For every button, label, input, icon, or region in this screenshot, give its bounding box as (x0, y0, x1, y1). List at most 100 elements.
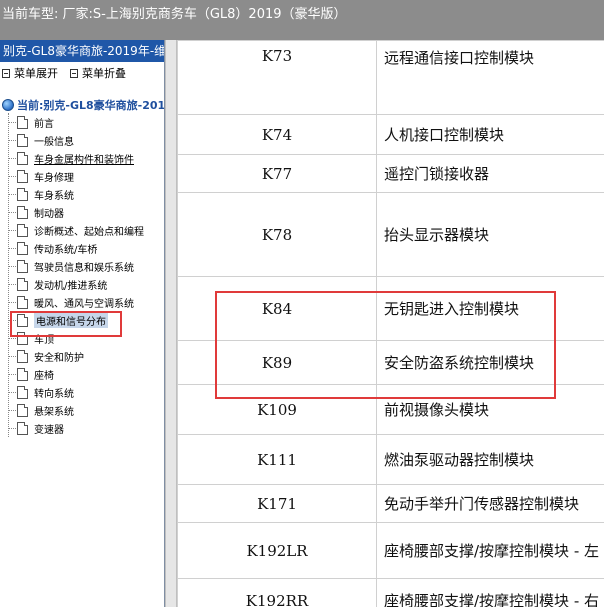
collapse-icon (70, 68, 78, 78)
collapse-menu-button[interactable]: 菜单折叠 (70, 65, 126, 81)
tree-item-label: 暖风、通风与空调系统 (34, 298, 134, 310)
tree-item-label: 前言 (34, 118, 54, 130)
document-icon (17, 313, 28, 327)
module-name-cell: 座椅腰部支撑/按摩控制模块 - 左 (376, 522, 604, 579)
module-name-cell: 人机接口控制模块 (376, 114, 604, 155)
module-code-cell: K78 (177, 192, 377, 277)
tree-item[interactable]: 座椅 (9, 365, 164, 383)
menu-toolbar: 菜单展开 菜单折叠 (0, 62, 164, 84)
tree-item-label: 驾驶员信息和娱乐系统 (34, 262, 134, 274)
tree-item-label: 变速器 (34, 424, 64, 436)
pane-splitter[interactable] (165, 40, 177, 607)
sidebar-header: 别克-GL8豪华商旅-2019年-维修 (0, 40, 164, 62)
tree-item[interactable]: 变速器 (9, 419, 164, 437)
expand-menu-label: 菜单展开 (14, 67, 58, 80)
module-code-cell: K111 (177, 434, 377, 485)
tree-item-label: 电源和信号分布 (34, 312, 108, 328)
tree-item[interactable]: 转向系统 (9, 383, 164, 401)
module-code-cell: K192LR (177, 522, 377, 579)
expand-icon (2, 68, 10, 78)
module-name-cell: 座椅腰部支撑/按摩控制模块 - 右 (376, 578, 604, 607)
tree-item-label: 制动器 (34, 208, 64, 220)
tree-item[interactable]: 车顶 (9, 329, 164, 347)
document-icon (17, 205, 28, 219)
collapse-menu-label: 菜单折叠 (82, 67, 126, 80)
table-row: K111 燃油泵驱动器控制模块 (177, 434, 604, 485)
tree-root[interactable]: 当前:别克-GL8豪华商旅-2019 (0, 96, 164, 113)
document-icon (17, 331, 28, 345)
tree-item[interactable]: 诊断概述、起始点和编程 (9, 221, 164, 239)
tree-item[interactable]: 传动系统/车桥 (9, 239, 164, 257)
document-icon (17, 367, 28, 381)
module-code-cell: K89 (177, 340, 377, 385)
table-row: K192RR 座椅腰部支撑/按摩控制模块 - 右 (177, 578, 604, 607)
module-name-cell: 抬头显示器模块 (376, 192, 604, 277)
tree-item-label: 安全和防护 (34, 352, 84, 364)
navigation-tree: 当前:别克-GL8豪华商旅-2019 前言 一般信息 车身金属构件和装饰件 车身修理车… (0, 84, 164, 437)
globe-icon (2, 98, 14, 111)
document-icon (17, 295, 28, 309)
module-code-cell: K171 (177, 484, 377, 523)
table-row: K84 无钥匙进入控制模块 (177, 276, 604, 341)
module-name-cell: 安全防盗系统控制模块 (376, 340, 604, 385)
table-row: K74 人机接口控制模块 (177, 114, 604, 155)
tree-item[interactable]: 一般信息 (9, 131, 164, 149)
document-icon (17, 349, 28, 363)
module-name-cell: 免动手举升门传感器控制模块 (376, 484, 604, 523)
tree-item[interactable]: 安全和防护 (9, 347, 164, 365)
tree-item-label: 悬架系统 (34, 406, 74, 418)
module-code-cell: K109 (177, 384, 377, 435)
tree-item[interactable]: 车身修理 (9, 167, 164, 185)
module-code-cell: K73 (177, 40, 377, 115)
module-code-cell: K192RR (177, 578, 377, 607)
table-row: K78 抬头显示器模块 (177, 192, 604, 277)
document-icon (17, 421, 28, 435)
table-row: K89 安全防盗系统控制模块 (177, 340, 604, 385)
module-code-cell: K74 (177, 114, 377, 155)
vehicle-title-text: 当前车型: 厂家:S-上海别克商务车（GL8）2019（豪华版） (2, 7, 347, 22)
document-icon (17, 115, 28, 129)
tree-item-label: 传动系统/车桥 (34, 244, 98, 256)
module-table: K73 远程通信接口控制模块 K74 人机接口控制模块 K77 遥控门锁接收器 K78 抬头显… (177, 40, 604, 607)
expand-menu-button[interactable]: 菜单展开 (2, 65, 58, 81)
tree-item-label: 转向系统 (34, 388, 74, 400)
document-icon (17, 223, 28, 237)
tree-item[interactable]: 车身金属构件和装饰件 (9, 149, 164, 167)
table-row: K171 免动手举升门传感器控制模块 (177, 484, 604, 523)
module-code-cell: K84 (177, 276, 377, 341)
manual-title: 别克-GL8豪华商旅-2019年-维修 (3, 44, 164, 58)
tree-root-label: 当前:别克-GL8豪华商旅-2019 (17, 98, 165, 112)
document-icon (17, 385, 28, 399)
document-icon (17, 187, 28, 201)
document-icon (17, 277, 28, 291)
tree-item[interactable]: 发动机/推进系统 (9, 275, 164, 293)
table-row: K77 遥控门锁接收器 (177, 154, 604, 193)
tree-item[interactable]: 暖风、通风与空调系统 (9, 293, 164, 311)
tree-item[interactable]: 制动器 (9, 203, 164, 221)
document-icon (17, 403, 28, 417)
tree-item-list: 前言一般信息车身金属构件和装饰件 车身修理 车身系统制动器诊断概述、起始点和编程 传动… (8, 113, 164, 437)
tree-item[interactable]: 车身系统 (9, 185, 164, 203)
tree-item[interactable]: 前言 (9, 113, 164, 131)
module-code-cell: K77 (177, 154, 377, 193)
vehicle-title-bar: 当前车型: 厂家:S-上海别克商务车（GL8）2019（豪华版） (0, 0, 604, 40)
module-name-cell: 无钥匙进入控制模块 (376, 276, 604, 341)
tree-item-label: 车顶 (34, 334, 54, 346)
tree-item-label: 一般信息 (34, 136, 74, 148)
table-row: K192LR 座椅腰部支撑/按摩控制模块 - 左 (177, 522, 604, 579)
tree-item[interactable]: 驾驶员信息和娱乐系统 (9, 257, 164, 275)
table-row: K73 远程通信接口控制模块 (177, 40, 604, 115)
module-name-cell: 远程通信接口控制模块 (376, 40, 604, 115)
tree-item-label: 车身金属构件和装饰件 (34, 154, 134, 166)
module-name-cell: 燃油泵驱动器控制模块 (376, 434, 604, 485)
table-row: K109 前视摄像头模块 (177, 384, 604, 435)
document-icon (17, 151, 28, 165)
document-icon (17, 169, 28, 183)
sidebar: 别克-GL8豪华商旅-2019年-维修 菜单展开 菜单折叠 当前:别克-GL8豪… (0, 40, 165, 607)
tree-item[interactable]: 电源和信号分布 (9, 311, 164, 329)
tree-item[interactable]: 悬架系统 (9, 401, 164, 419)
tree-item-label: 诊断概述、起始点和编程 (34, 226, 144, 238)
tree-item-label: 座椅 (34, 370, 54, 382)
module-table-panel: K73 远程通信接口控制模块 K74 人机接口控制模块 K77 遥控门锁接收器 K78 抬头显… (177, 40, 604, 607)
module-name-cell: 前视摄像头模块 (376, 384, 604, 435)
